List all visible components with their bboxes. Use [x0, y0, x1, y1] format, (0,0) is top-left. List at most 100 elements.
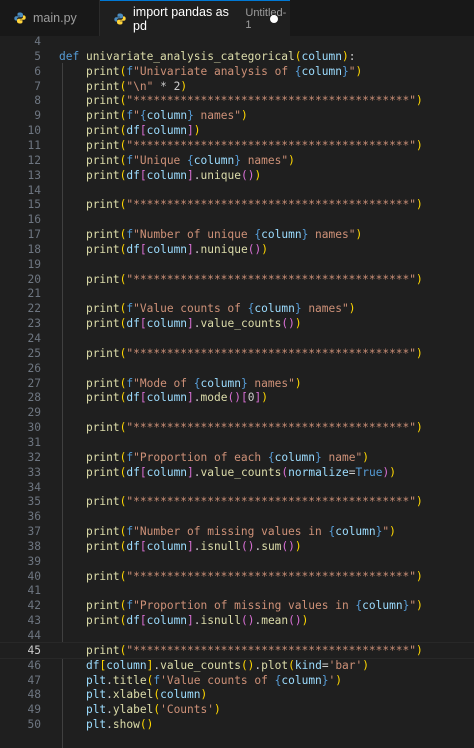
code-line[interactable]: 16: [0, 212, 474, 227]
line-number: 47: [27, 673, 41, 687]
code-line[interactable]: 13 print(df[column].unique()): [0, 168, 474, 183]
code-line[interactable]: 4: [0, 34, 474, 49]
code-line[interactable]: 39: [0, 554, 474, 569]
code-line[interactable]: 23 print(df[column].value_counts()): [0, 316, 474, 331]
code-line[interactable]: 9 print(f"{column} names"): [0, 108, 474, 123]
code-line[interactable]: 44: [0, 628, 474, 643]
code-text: plt.title(f'Value counts of {column}'): [85, 673, 343, 687]
code-line[interactable]: 17 print(f"Number of unique {column} nam…: [0, 227, 474, 242]
code-line[interactable]: 35 print("******************************…: [0, 494, 474, 509]
code-line[interactable]: 38 print(df[column].isnull().sum()): [0, 539, 474, 554]
code-line[interactable]: 50 plt.show(): [0, 717, 474, 732]
code-line[interactable]: 47 plt.title(f'Value counts of {column}'…: [0, 673, 474, 688]
code-line[interactable]: 14: [0, 183, 474, 198]
line-number: 46: [27, 658, 41, 672]
line-number: 10: [27, 124, 41, 138]
code-text: print(df[column].nunique()): [85, 242, 268, 256]
code-line[interactable]: 28 print(df[column].mode()[0]): [0, 390, 474, 405]
code-text: print(f"Univariate analysis of {column}"…: [85, 64, 363, 78]
line-number: 39: [27, 554, 41, 568]
code-text: def univariate_analysis_categorical(colu…: [59, 49, 356, 63]
code-text: print(df[column].value_counts(normalize=…: [85, 465, 396, 479]
code-line[interactable]: 41: [0, 583, 474, 598]
code-text: print("\n" * 2): [85, 79, 188, 93]
code-line[interactable]: 5 def univariate_analysis_categorical(col…: [0, 49, 474, 64]
code-line[interactable]: 36: [0, 509, 474, 524]
line-number: 20: [27, 272, 41, 286]
code-line[interactable]: 27 print(f"Mode of {column} names"): [0, 376, 474, 391]
python-file-icon: [114, 13, 126, 25]
line-number: 34: [27, 480, 41, 494]
code-line[interactable]: 18 print(df[column].nunique()): [0, 242, 474, 257]
code-line[interactable]: 7 print("\n" * 2): [0, 79, 474, 94]
line-number: 36: [27, 510, 41, 524]
code-line[interactable]: 26: [0, 361, 474, 376]
line-number: 42: [27, 599, 41, 613]
line-number: 25: [27, 346, 41, 360]
line-number: 12: [27, 153, 41, 167]
tab-main-py[interactable]: main.py: [0, 0, 100, 36]
code-line[interactable]: 49 plt.ylabel('Counts'): [0, 702, 474, 717]
line-number: 45: [27, 643, 41, 657]
line-number: 33: [27, 465, 41, 479]
line-number: 30: [27, 421, 41, 435]
line-number: 24: [27, 332, 41, 345]
code-text: plt.ylabel('Counts'): [85, 703, 221, 717]
line-number: 31: [27, 435, 41, 449]
code-line[interactable]: 33 print(df[column].value_counts(normali…: [0, 465, 474, 480]
line-number: 38: [27, 539, 41, 553]
code-line[interactable]: 19: [0, 257, 474, 272]
code-text: print(f"{column} names"): [85, 109, 248, 123]
line-number: 35: [27, 495, 41, 509]
code-line[interactable]: 34: [0, 480, 474, 495]
code-text: print(f"Number of unique {column} names"…: [85, 228, 363, 242]
line-number: 11: [27, 138, 41, 152]
code-line[interactable]: 24: [0, 331, 474, 346]
code-line[interactable]: 29: [0, 405, 474, 420]
code-line[interactable]: 37 print(f"Number of missing values in {…: [0, 524, 474, 539]
code-line[interactable]: 40 print("******************************…: [0, 569, 474, 584]
code-line[interactable]: 46 df[column].value_counts().plot(kind='…: [0, 658, 474, 673]
unsaved-dot-icon[interactable]: [270, 15, 278, 23]
code-line[interactable]: 22 print(f"Value counts of {column} name…: [0, 301, 474, 316]
line-number: 16: [27, 213, 41, 227]
line-number: 44: [27, 629, 41, 642]
code-line[interactable]: 6 print(f"Univariate analysis of {column…: [0, 64, 474, 79]
code-text: print(f"Number of missing values in {col…: [85, 525, 396, 539]
code-line[interactable]: 48 plt.xlabel(column): [0, 687, 474, 702]
code-text: print("*********************************…: [85, 643, 423, 657]
tab-bar: main.py import pandas as pd Untitled-1: [0, 0, 474, 37]
code-line[interactable]: 42 print(f"Proportion of missing values …: [0, 598, 474, 613]
line-number: 15: [27, 198, 41, 212]
code-text: print(df[column].mode()[0]): [85, 391, 268, 405]
code-line[interactable]: 12 print(f"Unique {column} names"): [0, 153, 474, 168]
code-text: print("*********************************…: [85, 94, 423, 108]
code-line[interactable]: 10 print(df[column]): [0, 123, 474, 138]
code-line[interactable]: 15 print("******************************…: [0, 197, 474, 212]
code-text: print(df[column].isnull().mean()): [85, 614, 309, 628]
line-number: 8: [34, 94, 41, 108]
line-number: 23: [27, 317, 41, 331]
code-line[interactable]: 25 print("******************************…: [0, 346, 474, 361]
line-number: 49: [27, 703, 41, 717]
code-line[interactable]: 31: [0, 435, 474, 450]
code-line[interactable]: 8 print("*******************************…: [0, 93, 474, 108]
code-line[interactable]: 21: [0, 286, 474, 301]
code-text: print("*********************************…: [85, 346, 423, 360]
code-line[interactable]: 30 print("******************************…: [0, 420, 474, 435]
code-line[interactable]: 45 print("******************************…: [0, 641, 474, 659]
code-editor[interactable]: 4 5 def univariate_analysis_categorical(co…: [0, 34, 474, 748]
line-number: 29: [27, 406, 41, 420]
line-number: 32: [27, 450, 41, 464]
code-line[interactable]: 20 print("******************************…: [0, 272, 474, 287]
code-text: print("*********************************…: [85, 138, 423, 152]
code-line[interactable]: 43 print(df[column].isnull().mean()): [0, 613, 474, 628]
line-number: 41: [27, 584, 41, 598]
line-number: 40: [27, 569, 41, 583]
code-line[interactable]: 11 print("******************************…: [0, 138, 474, 153]
code-text: df[column].value_counts().plot(kind='bar…: [85, 658, 370, 672]
line-number: 17: [27, 228, 41, 242]
tab-untitled-1[interactable]: import pandas as pd Untitled-1: [100, 0, 290, 36]
code-line[interactable]: 32 print(f"Proportion of each {column} n…: [0, 450, 474, 465]
code-text: print(df[column].value_counts()): [85, 317, 302, 331]
